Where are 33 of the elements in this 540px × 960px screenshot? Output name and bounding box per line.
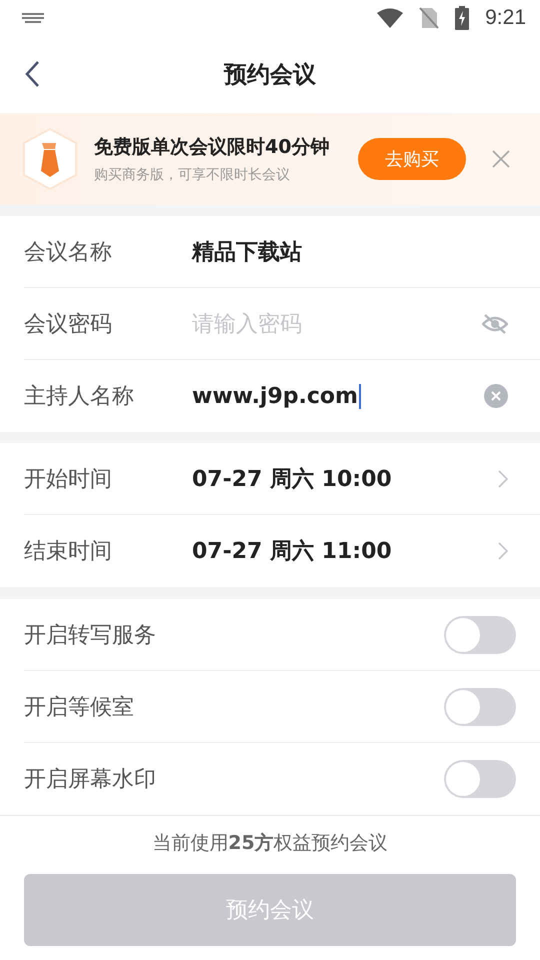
field-label: 开始时间 [24,466,113,494]
quota-note: 当前使用25方权益预约会议 [152,831,388,856]
clear-icon[interactable] [484,384,508,408]
toggle-switch[interactable] [444,688,516,726]
chevron-right-icon [498,542,508,560]
time-row[interactable]: 开始时间 07-27 周六 10:00 [24,443,540,515]
input-field[interactable]: www.j9p.com [192,384,361,408]
time-value: 07-27 周六 10:00 [192,466,393,494]
keyboard-icon [22,13,44,23]
eye-off-icon[interactable] [482,314,508,334]
close-icon[interactable] [492,150,510,168]
field-label: 会议名称 [24,238,113,266]
back-icon[interactable] [24,60,40,88]
toggle-label: 开启屏幕水印 [24,766,157,794]
battery-icon [455,6,470,30]
toggle-switch[interactable] [444,616,516,654]
no-sim-icon [419,7,440,29]
chevron-right-icon [498,470,508,488]
promo-title: 免费版单次会议限时40分钟 [94,135,330,160]
page-title: 预约会议 [224,61,316,90]
input-field[interactable]: 精品下载站 [192,236,302,266]
tie-icon [20,127,80,191]
toggle-label: 开启转写服务 [24,622,157,650]
field-label: 会议密码 [24,310,113,338]
toggle-label: 开启等候室 [24,694,135,722]
status-time: 9:21 [485,6,526,30]
field-label: 主持人名称 [24,383,135,411]
toggle-switch[interactable] [444,760,516,798]
wifi-icon [377,8,404,28]
promo-subtitle: 购买商务版，可享不限时长会议 [94,166,291,184]
time-row[interactable]: 结束时间 07-27 周六 11:00 [24,515,540,587]
field-label: 结束时间 [24,538,113,566]
time-value: 07-27 周六 11:00 [192,538,393,566]
